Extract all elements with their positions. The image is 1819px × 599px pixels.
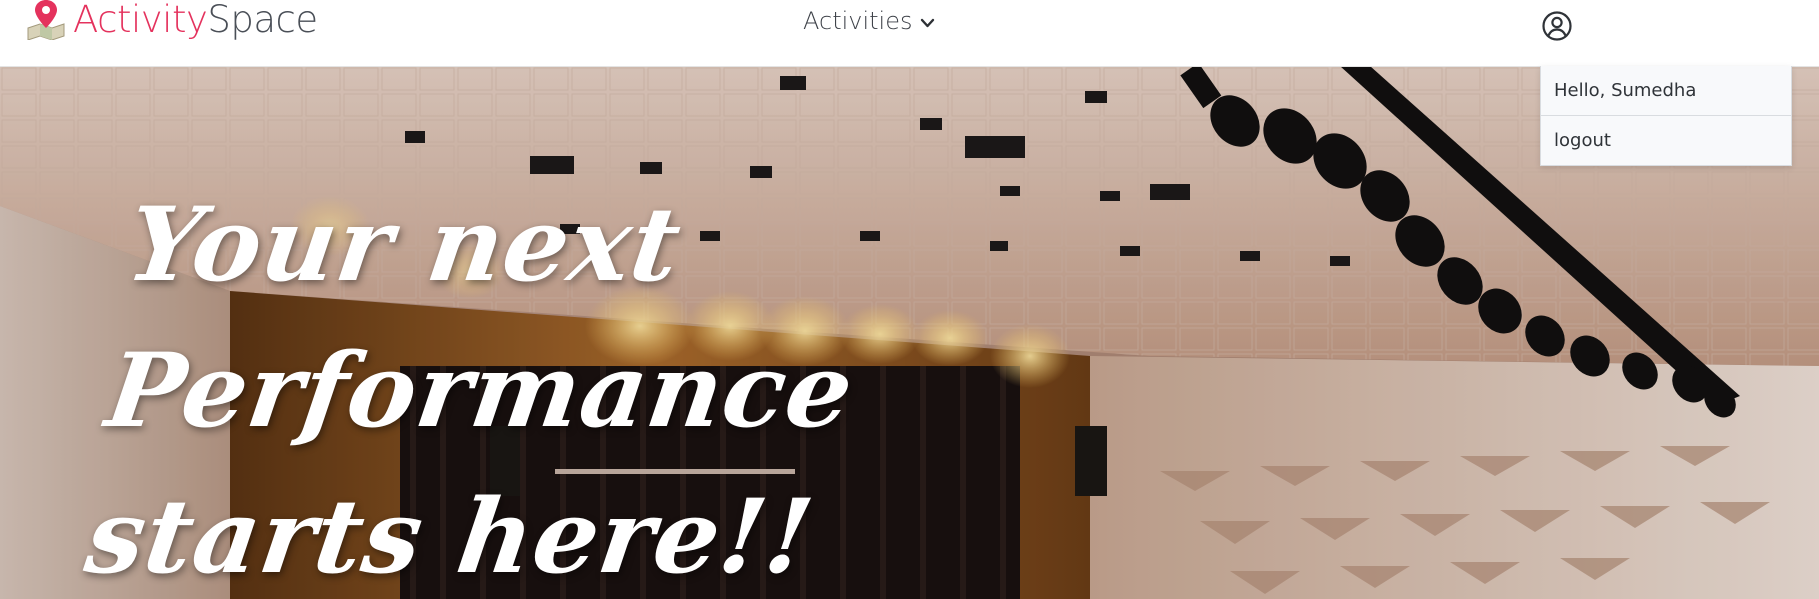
user-menu-button[interactable] — [1541, 10, 1573, 42]
hero-title-line2: starts here!! — [79, 477, 821, 597]
brand-name: ActivitySpace — [73, 1, 318, 38]
user-dropdown-menu: Hello, Sumedha logout — [1540, 66, 1792, 166]
navbar: ActivitySpace Activities — [0, 0, 1819, 67]
hero-title: Your next Performance starts here!! — [77, 172, 1439, 599]
brand-logo-link[interactable]: ActivitySpace — [26, 0, 318, 44]
activities-dropdown-toggle[interactable]: Activities — [803, 4, 935, 38]
brand-name-part2: Space — [207, 0, 318, 41]
activities-label: Activities — [803, 7, 913, 35]
hero-title-line1: Your next Performance — [99, 185, 861, 451]
brand-name-part1: Activity — [73, 0, 208, 41]
map-pin-icon — [27, 0, 65, 40]
logout-link[interactable]: logout — [1541, 115, 1791, 165]
user-circle-icon — [1542, 11, 1572, 41]
chevron-down-icon — [920, 18, 934, 27]
user-greeting: Hello, Sumedha — [1554, 80, 1697, 101]
